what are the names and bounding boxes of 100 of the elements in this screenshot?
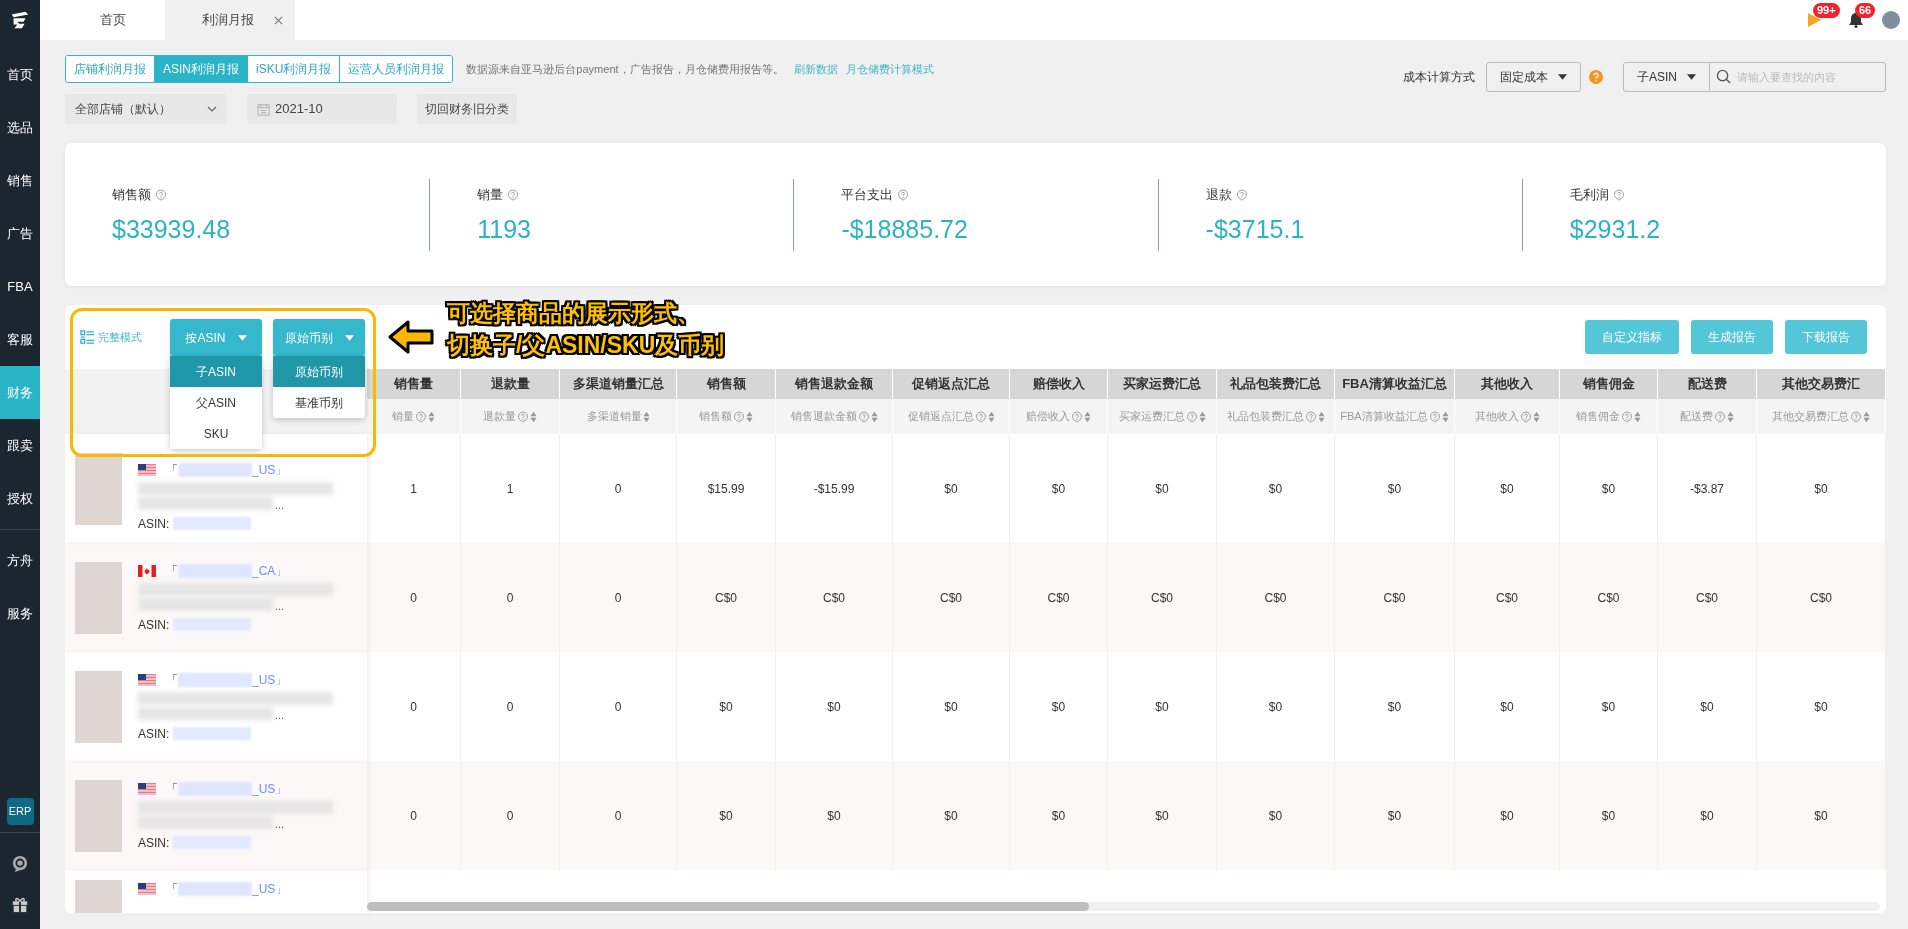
old-category-button[interactable]: 切回财务旧分类 (417, 94, 517, 124)
chevron-down-icon (207, 106, 217, 112)
sidebar-item[interactable]: FBA (0, 260, 40, 313)
column-subheader: 退款量 (483, 409, 516, 425)
sort-icon[interactable] (1317, 410, 1325, 423)
sort-icon[interactable] (870, 410, 878, 423)
column-header[interactable]: FBA清算收益汇总 (1335, 369, 1455, 399)
help-icon[interactable] (517, 410, 529, 423)
caret-icon (1687, 74, 1696, 80)
sidebar-item[interactable]: 首页 (0, 48, 40, 101)
sort-icon[interactable] (1727, 410, 1734, 423)
sort-icon[interactable] (1084, 410, 1091, 423)
help-icon[interactable] (1621, 410, 1633, 423)
sort-icon[interactable] (1863, 410, 1870, 423)
sidebar-item[interactable]: 授权 (0, 472, 40, 525)
sort-icon[interactable] (1532, 410, 1540, 423)
column-header[interactable]: 买家运费汇总 (1108, 369, 1217, 399)
help-icon[interactable] (1519, 410, 1532, 423)
horizontal-scrollbar[interactable] (367, 902, 1880, 911)
column-header[interactable]: 销售量 (367, 369, 461, 399)
bracket: 「 (166, 461, 178, 479)
bracket: 「 (166, 671, 178, 689)
help-icon[interactable] (1428, 410, 1441, 423)
sidebar-item[interactable]: 选品 (0, 101, 40, 154)
help-icon[interactable] (1589, 70, 1603, 84)
column-header[interactable]: 其他交易费汇 (1757, 369, 1886, 399)
cost-mode-select[interactable]: 固定成本 (1486, 62, 1581, 92)
stat-value: -$3715.1 (1205, 214, 1306, 245)
sort-icon[interactable] (1634, 410, 1641, 423)
chat-icon[interactable] (11, 855, 29, 873)
help-icon[interactable] (155, 188, 167, 201)
column-header[interactable]: 礼品包装费汇总 (1217, 369, 1335, 399)
column-header[interactable]: 配送费 (1658, 369, 1757, 399)
sidebar-item[interactable]: 客服 (0, 313, 40, 366)
column-header[interactable]: 多渠道销量汇总 (560, 369, 677, 399)
close-icon[interactable] (273, 15, 283, 25)
ellipsis: ... (275, 818, 285, 829)
column-subheader: 礼品包装费汇总 (1226, 409, 1304, 425)
avatar[interactable] (1882, 11, 1900, 29)
menu-item[interactable]: 父ASIN (170, 387, 262, 418)
help-icon[interactable] (897, 188, 910, 201)
bracket: 「 (166, 562, 178, 580)
help-icon[interactable] (857, 410, 870, 423)
sort-icon[interactable] (1441, 410, 1449, 423)
column-subheader: 销量 (392, 409, 414, 425)
column-header[interactable]: 销售退款金额 (776, 369, 893, 399)
erp-badge[interactable]: ERP (6, 798, 34, 825)
sort-icon[interactable] (530, 410, 537, 423)
help-icon[interactable] (1304, 410, 1317, 423)
stat-label: 毛利润 (1569, 185, 1609, 204)
column-subheader: 赔偿收入 (1026, 409, 1070, 425)
store-select[interactable]: 全部店铺（默认） (65, 94, 227, 124)
flag-icon[interactable] (1806, 12, 1822, 28)
notification-badge: 66 (1855, 3, 1876, 18)
sort-icon[interactable] (642, 410, 650, 423)
us-flag-icon (138, 782, 156, 795)
help-icon[interactable] (1612, 188, 1625, 201)
annotation-text: 可选择商品的展示形式、 (447, 299, 701, 328)
help-icon[interactable] (974, 410, 987, 423)
help-icon[interactable] (415, 410, 427, 423)
help-icon[interactable] (1185, 410, 1198, 423)
help-icon[interactable] (1850, 410, 1862, 423)
asin-label: ASIN: (138, 616, 170, 634)
menu-item[interactable]: 基准币别 (273, 387, 365, 418)
tab[interactable]: 利润月报 (165, 0, 295, 40)
stat-value: $33939.48 (112, 214, 232, 245)
search-scope-select[interactable]: 子ASIN (1623, 62, 1710, 92)
sort-icon[interactable] (987, 410, 995, 423)
menu-item[interactable]: SKU (170, 418, 262, 449)
column-subheader: 其他收入 (1474, 409, 1519, 425)
cost-mode-label: 成本计算方式 (1403, 69, 1475, 86)
bracket: 「 (166, 881, 178, 898)
stat-value: -$18885.72 (841, 214, 969, 245)
caret-icon (237, 334, 247, 341)
stat-label: 退款 (1205, 185, 1232, 204)
sidebar-item[interactable]: 方舟 (0, 534, 40, 587)
sort-icon[interactable] (428, 410, 435, 423)
sidebar-item[interactable]: 跟卖 (0, 419, 40, 472)
help-icon[interactable] (733, 410, 745, 423)
gift-icon[interactable] (11, 895, 29, 913)
sort-icon[interactable] (1198, 410, 1206, 423)
logo-icon[interactable] (9, 9, 31, 31)
sidebar-item[interactable]: 服务 (0, 587, 40, 640)
help-icon[interactable] (1714, 410, 1726, 423)
canada-flag-icon (138, 564, 156, 577)
sort-icon[interactable] (746, 410, 753, 423)
sidebar-item[interactable]: 销售 (0, 154, 40, 207)
column-subheader: 配送费 (1680, 409, 1713, 425)
column-header[interactable]: 赔偿收入 (1010, 369, 1108, 399)
column-header[interactable]: 销售佣金 (1560, 369, 1658, 399)
sidebar-item[interactable]: 广告 (0, 207, 40, 260)
column-header[interactable]: 销售额 (677, 369, 776, 399)
column-header[interactable]: 退款量 (461, 369, 560, 399)
help-icon[interactable] (1071, 410, 1083, 423)
column-header[interactable]: 其他收入 (1455, 369, 1560, 399)
column-header[interactable]: 促销返点汇总 (893, 369, 1010, 399)
month-field[interactable]: 2021-10 (247, 94, 397, 124)
help-icon[interactable] (1235, 188, 1248, 201)
stat-label: 销售额 (112, 185, 151, 204)
help-icon[interactable] (507, 188, 520, 201)
